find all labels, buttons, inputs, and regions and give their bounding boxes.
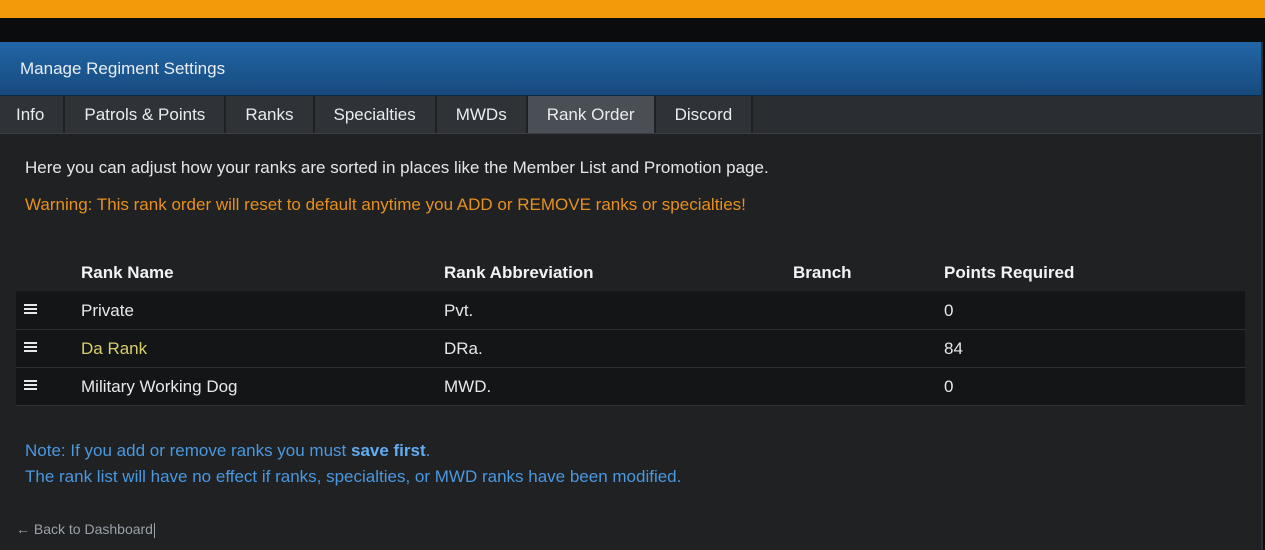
text-cursor [153,522,155,538]
rank-name-cell: Da Rank [81,329,444,368]
intro-text: Here you can adjust how your ranks are s… [25,158,769,177]
regiment-settings-panel: Manage Regiment Settings Info Patrols & … [0,42,1263,550]
note-line-2: The rank list will have no effect if ran… [25,467,682,486]
tab-label: Rank Order [546,104,635,124]
warning-text: Warning: This rank order will reset to d… [25,195,746,214]
tab-label: Specialties [333,104,416,124]
table-row[interactable]: Da Rank DRa. 84 [16,329,1245,368]
tab-label: Patrols & Points [84,104,206,124]
back-to-dashboard-link[interactable]: ← Back to Dashboard [16,521,155,538]
table-header-row: Rank Name Rank Abbreviation Branch Point… [16,255,1245,292]
back-arrow-icon: ← [16,521,30,537]
tab-label: MWDs [455,104,507,124]
settings-tabs: Info Patrols & Points Ranks Specialties … [0,96,1261,134]
branch-cell [793,291,944,330]
tab-specialties[interactable]: Specialties [314,96,437,133]
back-link-label: Back to Dashboard [33,521,153,537]
note-line-1: Note: If you add or remove ranks you mus… [25,438,1241,464]
points-required-cell: 0 [944,291,1245,330]
top-notification-banner [0,0,1265,18]
points-required-cell: 84 [944,329,1245,368]
panel-header: Manage Regiment Settings [0,42,1261,96]
column-header-branch: Branch [793,255,944,292]
column-header-rank-abbreviation: Rank Abbreviation [444,255,793,292]
table-row[interactable]: Private Pvt. 0 [16,291,1245,330]
tab-label: Info [16,104,45,124]
save-note: Note: If you add or remove ranks you mus… [25,438,1241,490]
branch-cell [793,329,944,368]
note-bold: save first [350,441,426,460]
rank-abbreviation-cell: MWD. [444,367,793,406]
tab-info[interactable]: Info [0,96,66,133]
tab-label: Discord [674,104,733,124]
tab-label: Ranks [245,104,294,124]
column-header-points-required: Points Required [944,255,1245,292]
column-header-handle [16,255,81,292]
tab-patrols-points[interactable]: Patrols & Points [65,96,227,133]
table-row[interactable]: Military Working Dog MWD. 0 [16,367,1245,406]
rank-abbreviation-cell: DRa. [444,329,793,368]
drag-handle-icon[interactable] [24,340,37,354]
note-suffix: . [425,441,431,460]
rank-name-cell: Military Working Dog [81,367,444,406]
panel-title: Manage Regiment Settings [20,58,226,78]
note-prefix: Note: If you add or remove ranks you mus… [25,441,351,460]
rank-name-cell: Private [81,291,444,330]
drag-handle-icon[interactable] [24,378,37,392]
points-required-cell: 0 [944,367,1245,406]
branch-cell [793,367,944,406]
tab-ranks[interactable]: Ranks [226,96,315,133]
column-header-rank-name: Rank Name [81,255,444,292]
tab-mwds[interactable]: MWDs [436,96,528,133]
tab-content: Here you can adjust how your ranks are s… [0,158,1261,539]
rank-order-table: Rank Name Rank Abbreviation Branch Point… [16,255,1245,406]
drag-handle-icon[interactable] [24,302,37,316]
tab-discord[interactable]: Discord [655,96,754,133]
rank-abbreviation-cell: Pvt. [444,291,793,330]
tab-rank-order[interactable]: Rank Order [527,96,656,133]
